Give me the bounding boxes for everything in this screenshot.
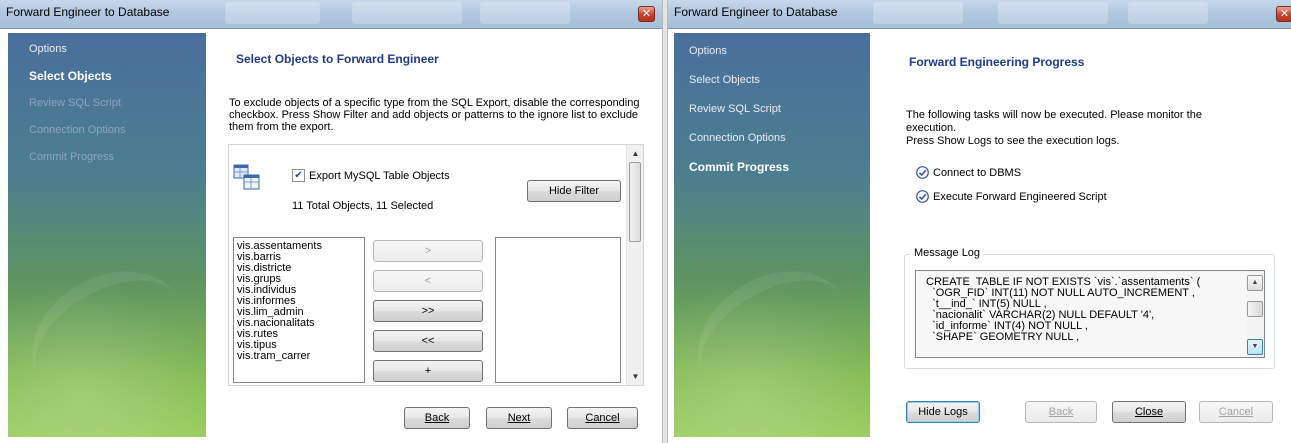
back-button[interactable]: Back bbox=[404, 407, 470, 429]
export-mysql-table-objects-label: Export MySQL Table Objects bbox=[309, 170, 450, 182]
left-sidebar-item-select-objects: Select Objects bbox=[29, 69, 112, 83]
move-selected-right-button[interactable]: > bbox=[373, 240, 483, 262]
cancel-button[interactable]: Cancel bbox=[1199, 401, 1273, 423]
cancel-button-label: Cancel bbox=[1218, 406, 1254, 418]
left-dialog-window: Forward Engineer to Database ✕ Options S… bbox=[0, 0, 662, 443]
left-close-button[interactable]: ✕ bbox=[638, 6, 655, 22]
object-filter-panel: ✔ Export MySQL Table Objects 11 Total Ob… bbox=[228, 144, 644, 386]
right-titlebar-blur bbox=[873, 2, 963, 24]
right-description-line-1: The following tasks will now be executed… bbox=[906, 109, 1202, 121]
move-all-right-button[interactable]: >> bbox=[373, 300, 483, 322]
left-titlebar-blur bbox=[225, 2, 320, 24]
cancel-button[interactable]: Cancel bbox=[567, 407, 638, 429]
next-button-label: Next bbox=[507, 412, 531, 424]
scroll-thumb[interactable] bbox=[1247, 301, 1263, 317]
right-wizard-sidebar: Options Select Objects Review SQL Script… bbox=[674, 33, 870, 437]
right-sidebar-item-commit-progress: Commit Progress bbox=[689, 160, 790, 174]
right-description-line-2: execution. bbox=[906, 122, 957, 134]
left-titlebar-blur bbox=[480, 2, 570, 24]
excluded-objects-list[interactable] bbox=[495, 237, 621, 383]
left-wizard-sidebar: Options Select Objects Review SQL Script… bbox=[8, 33, 206, 437]
objects-list[interactable]: vis.assentaments vis.barris vis.district… bbox=[233, 237, 365, 383]
right-page-title: Forward Engineering Progress bbox=[909, 55, 1085, 69]
close-button[interactable]: Close bbox=[1112, 401, 1186, 423]
back-button-label: Back bbox=[1048, 406, 1074, 418]
scroll-up-arrow-icon[interactable]: ▲ bbox=[1247, 275, 1263, 291]
back-button-label: Back bbox=[424, 412, 450, 424]
scroll-up-arrow-icon[interactable]: ▲ bbox=[627, 145, 643, 162]
left-description: To exclude objects of a specific type fr… bbox=[229, 97, 640, 133]
right-dialog-window: Forward Engineer to Database ✕ Options S… bbox=[668, 0, 1291, 443]
right-description-line-3: Press Show Logs to see the execution log… bbox=[906, 135, 1120, 147]
task-complete-check-icon bbox=[916, 190, 929, 203]
left-sidebar-item-commit-progress: Commit Progress bbox=[29, 151, 114, 163]
scroll-down-arrow-icon[interactable]: ▼ bbox=[627, 368, 643, 385]
left-title-bar: Forward Engineer to Database ✕ bbox=[0, 0, 662, 29]
hide-logs-button[interactable]: Hide Logs bbox=[906, 401, 980, 423]
left-titlebar-blur bbox=[352, 2, 462, 24]
right-sidebar-item-select-objects: Select Objects bbox=[689, 74, 760, 86]
log-line: `SHAPE` GEOMETRY NULL , bbox=[926, 331, 1080, 343]
hide-filter-button[interactable]: Hide Filter bbox=[527, 180, 621, 202]
left-window-title: Forward Engineer to Database bbox=[6, 5, 170, 19]
scroll-down-arrow-icon[interactable]: ▼ bbox=[1247, 339, 1263, 355]
left-sidebar-item-options: Options bbox=[29, 43, 67, 55]
close-button-label: Close bbox=[1134, 406, 1164, 418]
left-sidebar-item-review-sql-script: Review SQL Script bbox=[29, 97, 121, 109]
task-execute-script: Execute Forward Engineered Script bbox=[933, 191, 1107, 203]
message-log-scrollbar[interactable]: ▲ ▼ bbox=[1246, 271, 1264, 357]
cancel-button-label: Cancel bbox=[585, 412, 620, 424]
filter-panel-scrollbar[interactable]: ▲ ▼ bbox=[626, 145, 643, 385]
right-close-button[interactable]: ✕ bbox=[1276, 6, 1291, 22]
back-button[interactable]: Back bbox=[1025, 401, 1097, 423]
right-title-bar: Forward Engineer to Database ✕ bbox=[668, 0, 1291, 29]
right-titlebar-blur bbox=[998, 2, 1108, 24]
right-titlebar-blur bbox=[1128, 2, 1208, 24]
right-sidebar-item-options: Options bbox=[689, 45, 727, 57]
task-connect-to-dbms: Connect to DBMS bbox=[933, 167, 1022, 179]
objects-summary: 11 Total Objects, 11 Selected bbox=[292, 200, 434, 212]
message-log-label: Message Log bbox=[911, 247, 984, 259]
right-window-title: Forward Engineer to Database bbox=[674, 5, 838, 19]
table-objects-icon bbox=[233, 164, 260, 190]
left-sidebar-item-connection-options: Connection Options bbox=[29, 124, 126, 136]
add-pattern-button[interactable]: + bbox=[373, 360, 483, 382]
next-button[interactable]: Next bbox=[486, 407, 552, 429]
right-sidebar-item-review-sql-script: Review SQL Script bbox=[689, 103, 781, 115]
move-all-left-button[interactable]: << bbox=[373, 330, 483, 352]
message-log-text[interactable]: CREATE TABLE IF NOT EXISTS `vis`.`assent… bbox=[915, 270, 1265, 358]
task-complete-check-icon bbox=[916, 166, 929, 179]
move-selected-left-button[interactable]: < bbox=[373, 270, 483, 292]
right-sidebar-item-connection-options: Connection Options bbox=[689, 132, 786, 144]
export-mysql-table-objects-checkbox[interactable]: ✔ bbox=[292, 169, 305, 182]
list-item[interactable]: vis.tram_carrer bbox=[234, 351, 364, 362]
scroll-thumb[interactable] bbox=[629, 162, 641, 242]
left-page-title: Select Objects to Forward Engineer bbox=[236, 52, 439, 66]
